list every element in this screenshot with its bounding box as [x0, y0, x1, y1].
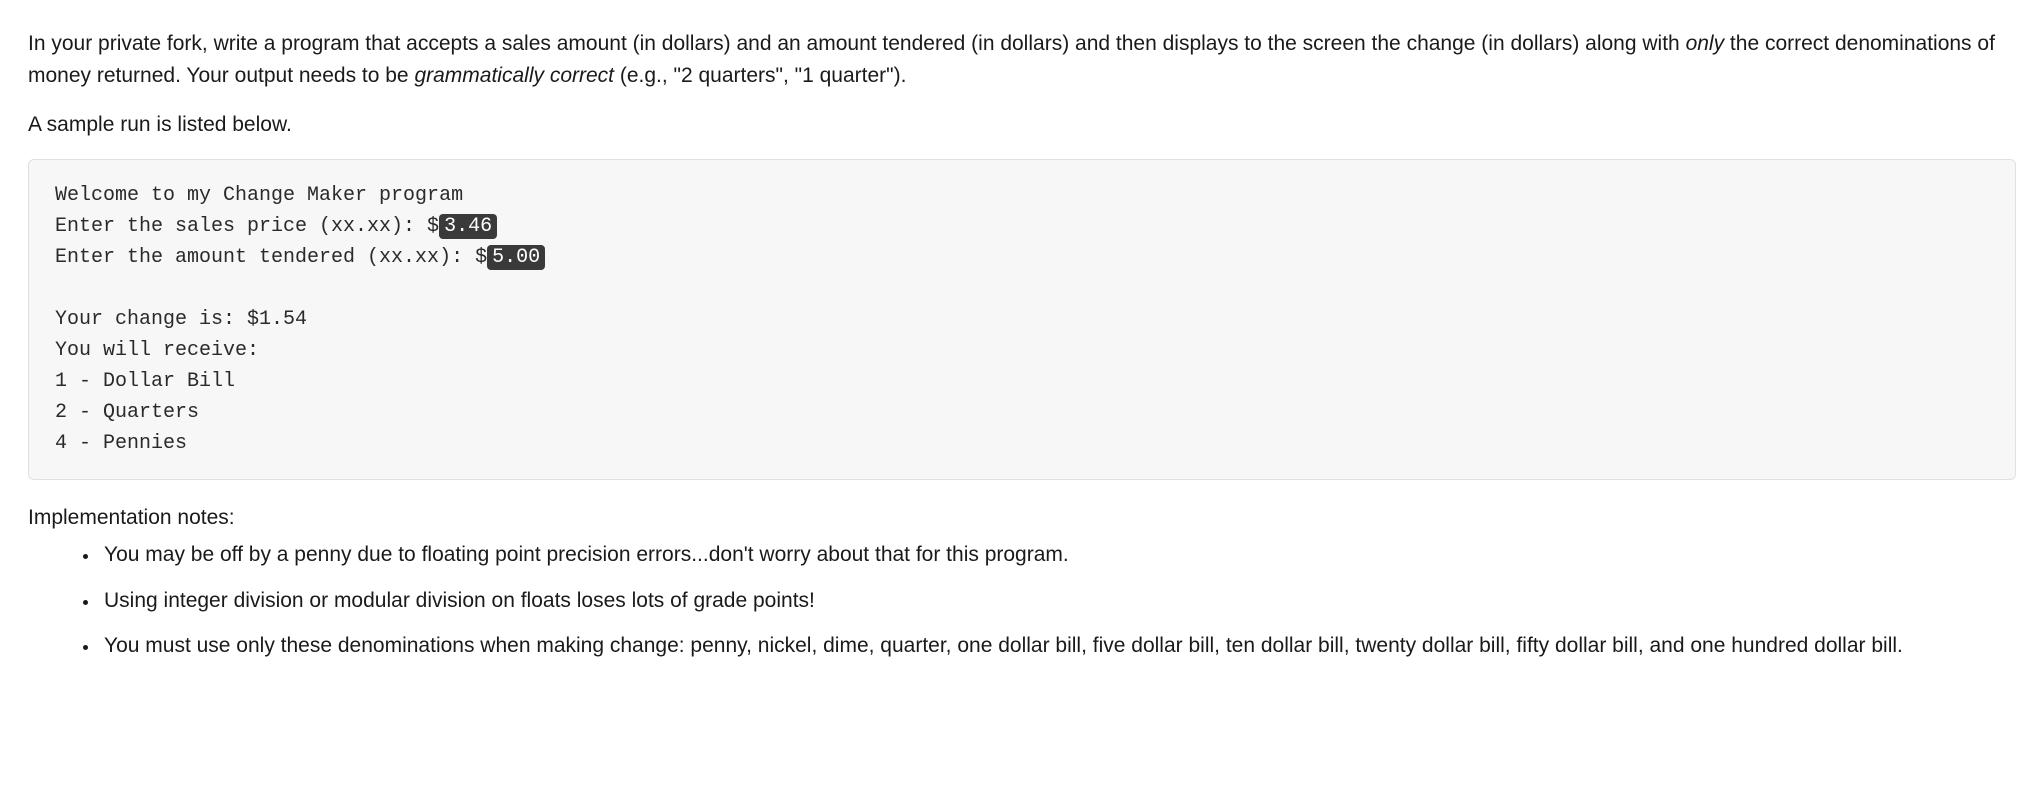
code-line-tendered-prompt: Enter the amount tendered (xx.xx): $	[55, 246, 487, 269]
code-line-sales-prompt: Enter the sales price (xx.xx): $	[55, 215, 439, 238]
code-line-quarters: 2 - Quarters	[55, 401, 199, 424]
implementation-notes-heading: Implementation notes:	[28, 502, 2016, 534]
user-input-sales: 3.46	[439, 214, 497, 239]
list-item: Using integer division or modular divisi…	[100, 585, 2016, 617]
intro-text-3: (e.g., "2 quarters", "1 quarter").	[614, 64, 906, 87]
instructions-paragraph: In your private fork, write a program th…	[28, 28, 2016, 91]
user-input-tendered: 5.00	[487, 245, 545, 270]
list-item: You may be off by a penny due to floatin…	[100, 539, 2016, 571]
code-line-change: Your change is: $1.54	[55, 308, 307, 331]
list-item: You must use only these denominations wh…	[100, 630, 2016, 662]
code-line-receive: You will receive:	[55, 339, 259, 362]
code-line-dollar: 1 - Dollar Bill	[55, 370, 235, 393]
sample-run-code-block: Welcome to my Change Maker program Enter…	[28, 159, 2016, 480]
code-line-welcome: Welcome to my Change Maker program	[55, 184, 463, 207]
intro-italic-only: only	[1686, 32, 1725, 55]
code-line-pennies: 4 - Pennies	[55, 432, 187, 455]
intro-text-1: In your private fork, write a program th…	[28, 32, 1686, 55]
sample-intro: A sample run is listed below.	[28, 109, 2016, 141]
implementation-notes-list: You may be off by a penny due to floatin…	[28, 539, 2016, 662]
intro-italic-grammatical: grammatically correct	[414, 64, 614, 87]
